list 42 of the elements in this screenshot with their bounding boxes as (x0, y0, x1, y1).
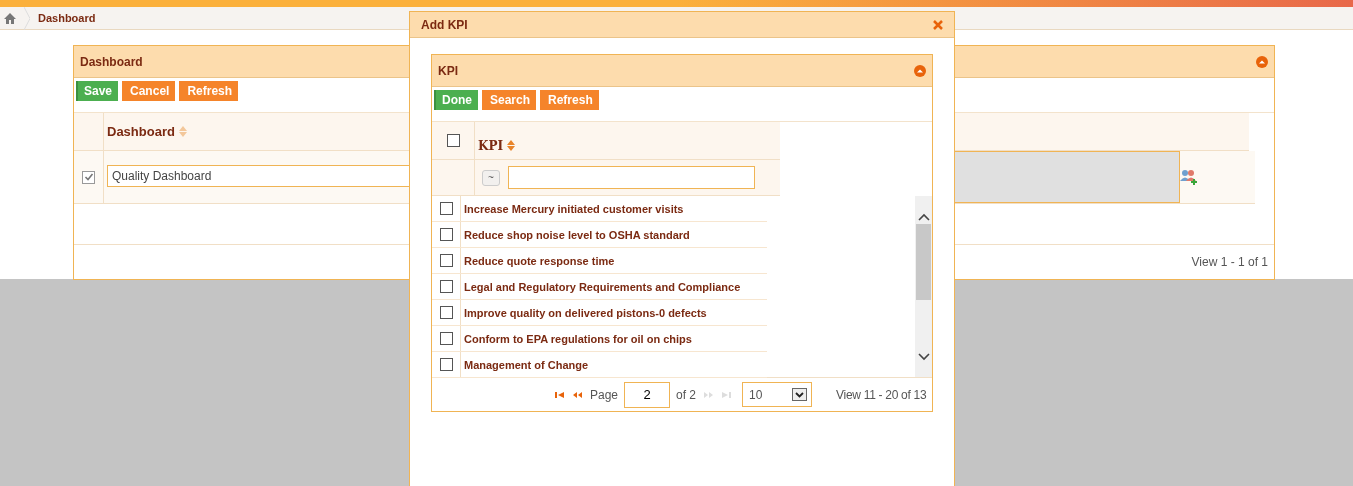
kpi-name[interactable]: Reduce shop noise level to OSHA standard (461, 222, 690, 247)
first-page-icon[interactable] (554, 390, 566, 399)
row-checkbox[interactable] (439, 306, 453, 319)
collapse-icon[interactable] (914, 64, 926, 77)
add-users-icon[interactable] (1180, 169, 1199, 185)
row-checkbox[interactable] (439, 254, 453, 267)
page-field[interactable]: 2 (624, 381, 671, 408)
record-count: View 11 - 20 of 13 (836, 387, 927, 402)
panel-title: KPI (438, 63, 458, 78)
scrollbar[interactable] (915, 196, 932, 377)
sort-icon[interactable] (507, 140, 516, 151)
collapse-icon[interactable] (1256, 55, 1268, 68)
select-all-checkbox[interactable] (446, 134, 460, 147)
row-checkbox[interactable] (439, 202, 453, 215)
close-icon[interactable] (933, 19, 943, 30)
dialog-title: Add KPI (421, 17, 468, 32)
column-header[interactable]: KPI (478, 138, 504, 153)
kpi-name[interactable]: Legal and Regulatory Requirements and Compliance (461, 274, 741, 299)
row-checkbox[interactable] (82, 170, 95, 184)
kpi-name[interactable]: Management of Change (461, 352, 589, 377)
breadcrumb-link[interactable]: Dashboard (38, 12, 96, 24)
row-checkbox[interactable] (439, 228, 453, 241)
home-icon[interactable] (4, 12, 16, 24)
previous-page-icon[interactable] (572, 390, 584, 399)
kpi-name[interactable]: Conform to EPA regulations for oil on chips (461, 326, 692, 351)
column-header[interactable]: Dashboard (107, 124, 175, 139)
row-checkbox[interactable] (439, 280, 453, 293)
panel-title: Dashboard (80, 54, 143, 69)
scroll-up-icon[interactable] (917, 213, 930, 221)
row-checkbox[interactable] (439, 358, 453, 371)
kpi-name[interactable]: Improve quality on delivered pistons-0 defects (461, 300, 707, 325)
filter-operator-button[interactable]: ~ (482, 169, 500, 186)
page-count: of 2 (676, 387, 697, 402)
kpi-name[interactable]: Reduce quote response time (461, 248, 615, 273)
dropdown-icon[interactable] (792, 388, 808, 401)
page-label: Page (590, 387, 619, 402)
record-count: View 1 - 1 of 1 (1191, 255, 1268, 269)
kpi-name[interactable]: Increase Mercury initiated customer visits (461, 196, 684, 221)
page-size-select[interactable]: 10 (742, 382, 813, 407)
filter-field[interactable] (508, 166, 755, 189)
scroll-down-icon[interactable] (917, 353, 930, 361)
row-checkbox[interactable] (439, 332, 453, 345)
